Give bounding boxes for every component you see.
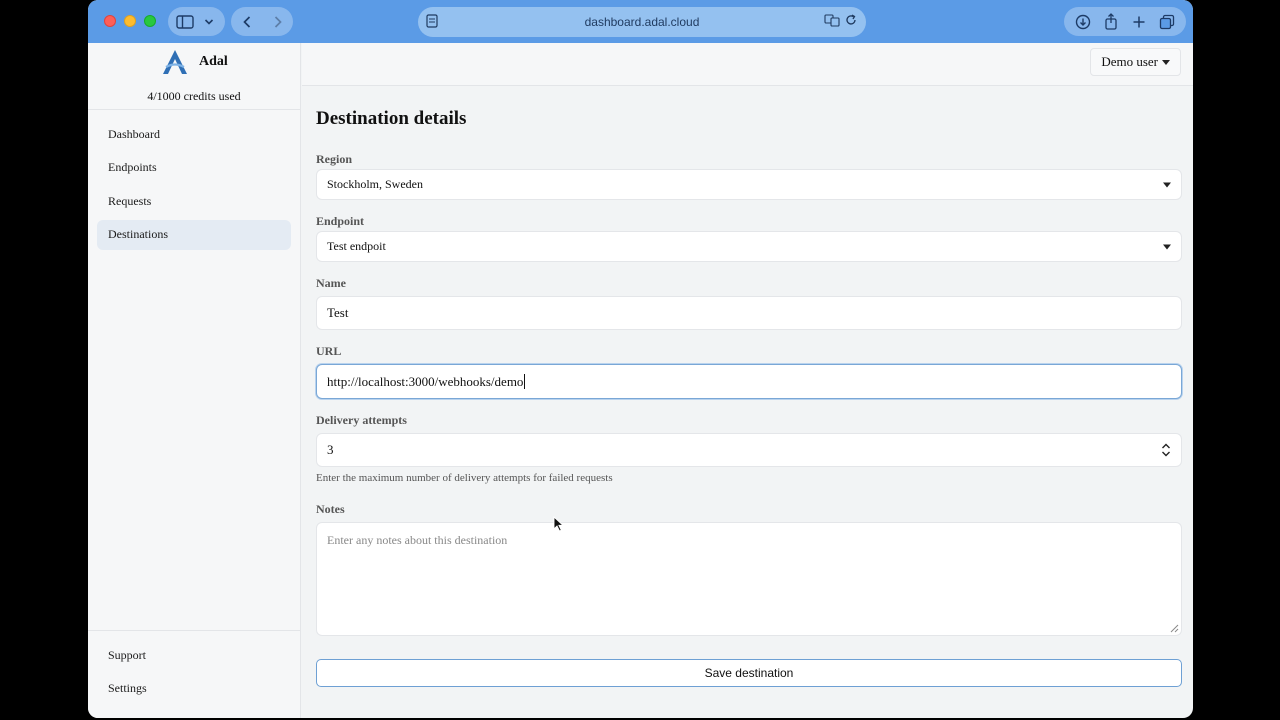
name-label: Name [316,276,346,290]
endpoint-select[interactable]: Test endpoit [316,231,1182,262]
sidebar-item-destinations[interactable]: Destinations [97,219,291,250]
new-tab-icon[interactable] [1132,15,1146,29]
browser-titlebar: dashboard.adal.cloud [88,0,1193,43]
chevron-up-icon[interactable] [1161,443,1171,449]
brand[interactable]: Adal [161,48,228,76]
forward-icon[interactable] [273,15,283,29]
credits-usage: 4/1000 credits used [147,89,241,103]
share-icon[interactable] [1104,13,1118,30]
reload-icon[interactable] [844,13,858,27]
sidebar-nav: Dashboard Endpoints Requests Destination… [97,119,291,253]
delivery-attempts-value: 3 [327,442,334,457]
sidebar-item-settings[interactable]: Settings [97,674,291,704]
page-title: Destination details [316,108,467,129]
endpoint-value: Test endpoit [327,239,386,253]
sidebar-item-requests[interactable]: Requests [97,186,291,216]
delivery-attempts-label: Delivery attempts [316,413,407,427]
delivery-attempts-help: Enter the maximum number of delivery att… [316,472,613,484]
sidebar-divider [88,109,300,110]
caret-down-icon [1163,244,1171,249]
history-nav [231,7,293,36]
browser-window: dashboard.adal.cloud Adal 4/1000 credits… [88,0,1193,718]
brand-name: Adal [199,54,228,69]
back-icon[interactable] [242,15,252,29]
sidebar-bottom-nav: Support Settings [97,640,291,707]
notes-textarea[interactable]: Enter any notes about this destination [316,522,1182,636]
top-bar: Demo user [302,43,1193,86]
text-cursor [524,374,526,389]
notes-label: Notes [316,502,345,516]
browser-toolbar-right [1064,7,1186,36]
user-menu-button[interactable]: Demo user [1090,48,1181,76]
url-input[interactable]: http://localhost:3000/webhooks/demo [316,364,1182,399]
mouse-cursor-icon [553,516,564,532]
translate-icon[interactable] [824,13,840,27]
chevron-down-icon[interactable] [1161,451,1171,457]
tab-overview-icon[interactable] [1159,14,1175,30]
sidebar-icon [176,14,194,29]
notes-placeholder: Enter any notes about this destination [327,533,508,547]
close-window-button[interactable] [104,15,116,27]
window-controls [104,15,156,27]
sidebar-item-endpoints[interactable]: Endpoints [97,153,291,183]
page-settings-icon[interactable] [426,14,438,31]
sidebar-bottom-divider [88,630,300,631]
resize-handle-icon[interactable] [1170,624,1179,633]
sidebar-item-support[interactable]: Support [97,640,291,670]
user-menu-label: Demo user [1101,54,1158,69]
region-select[interactable]: Stockholm, Sweden [316,169,1182,200]
address-bar[interactable]: dashboard.adal.cloud [418,7,866,37]
download-icon[interactable] [1075,14,1091,30]
caret-down-icon [1163,182,1171,187]
sidebar: Adal 4/1000 credits used Dashboard Endpo… [88,43,301,718]
url-value: http://localhost:3000/webhooks/demo [327,373,524,389]
zoom-window-button[interactable] [144,15,156,27]
chevron-down-icon[interactable] [204,18,214,26]
url-label: URL [316,344,342,358]
name-value: Test [327,305,349,320]
name-input[interactable]: Test [316,296,1182,330]
caret-down-icon [1162,59,1170,65]
minimize-window-button[interactable] [124,15,136,27]
endpoint-label: Endpoint [316,214,365,228]
region-value: Stockholm, Sweden [327,177,423,191]
address-url: dashboard.adal.cloud [584,15,700,29]
adal-logo-icon [163,50,187,74]
delivery-attempts-input[interactable]: 3 [316,433,1182,467]
number-stepper[interactable] [1161,443,1171,457]
sidebar-toggle-button[interactable] [168,7,225,36]
save-destination-button[interactable]: Save destination [316,659,1182,687]
region-label: Region [316,152,352,166]
sidebar-item-dashboard[interactable]: Dashboard [97,119,291,149]
